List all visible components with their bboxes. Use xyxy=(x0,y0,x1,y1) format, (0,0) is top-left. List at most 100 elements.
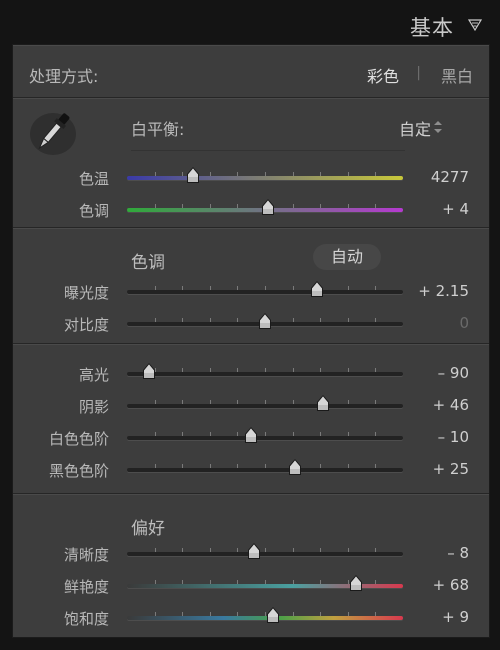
slider-tick xyxy=(375,318,377,322)
slider-track[interactable] xyxy=(127,176,403,180)
slider-tick xyxy=(182,204,184,208)
slider-thumb[interactable] xyxy=(257,312,273,331)
treatment-bw-option[interactable]: 黑白 xyxy=(441,63,473,87)
slider-label: 阴影 xyxy=(78,398,109,416)
slider-tick xyxy=(292,432,294,436)
slider-tick xyxy=(265,432,266,436)
tone-section: 色调 自动 曝光度 + 2.15 对比度 0 xyxy=(13,227,489,343)
slider-thumb[interactable] xyxy=(287,458,303,477)
slider-track[interactable] xyxy=(127,468,403,472)
slider-track[interactable] xyxy=(127,290,403,294)
slider-tick xyxy=(347,400,349,404)
white-balance-label: 白平衡: xyxy=(131,120,185,139)
slider-tick xyxy=(320,548,322,552)
panel-title: 基本 xyxy=(410,16,454,40)
slider-tick xyxy=(237,432,239,436)
slider-tick xyxy=(292,548,294,552)
slider-ticks xyxy=(127,548,403,552)
tone-title: 色调 xyxy=(131,253,165,273)
slider-thumb[interactable] xyxy=(265,606,281,625)
slider-tick xyxy=(320,318,322,322)
slider-ticks xyxy=(127,172,403,176)
slider-thumb[interactable] xyxy=(185,166,201,185)
slider-tick xyxy=(154,580,156,584)
triangle-down-icon[interactable] xyxy=(468,18,482,32)
slider-tick xyxy=(292,612,294,616)
auto-tone-button[interactable]: 自动 xyxy=(313,244,381,270)
slider-value[interactable]: 0 xyxy=(409,314,469,332)
slider-value[interactable]: + 46 xyxy=(409,396,469,414)
slider-label: 色温 xyxy=(78,170,109,188)
slider-tick xyxy=(154,432,156,436)
slider-value[interactable]: – 8 xyxy=(409,544,469,562)
slider-tick xyxy=(265,580,266,584)
slider-value[interactable]: + 9 xyxy=(409,608,469,626)
slider-tick xyxy=(182,400,184,404)
slider-tick xyxy=(154,612,156,616)
slider-tick xyxy=(320,432,322,436)
slider-tick xyxy=(209,172,211,176)
slider-tick xyxy=(375,548,377,552)
slider-tick xyxy=(154,318,156,322)
slider-tick xyxy=(292,400,294,404)
white-balance-value[interactable]: 自定 xyxy=(399,116,431,140)
slider-label: 白色色阶 xyxy=(48,430,109,448)
slider-thumb[interactable] xyxy=(348,574,364,593)
slider-tick xyxy=(154,204,156,208)
eyedropper-icon[interactable] xyxy=(29,108,77,156)
basic-panel: 处理方式: 彩色 | 黑白 白平衡: 自定 色温 4277 色调 + 4 色调 … xyxy=(12,44,490,638)
slider-tick xyxy=(347,548,349,552)
slider-tick xyxy=(292,172,294,176)
white-balance-divider xyxy=(131,150,405,151)
treatment-color-option[interactable]: 彩色 xyxy=(367,63,399,87)
slider-thumb[interactable] xyxy=(246,542,262,561)
slider-tick xyxy=(265,548,266,552)
slider-tick xyxy=(209,318,211,322)
slider-tick xyxy=(265,368,266,372)
slider-tick xyxy=(375,172,377,176)
slider-value[interactable]: 4277 xyxy=(409,168,469,186)
up-down-arrows-icon[interactable] xyxy=(433,120,443,134)
slider-value[interactable]: + 68 xyxy=(409,576,469,594)
slider-tick xyxy=(375,432,377,436)
slider-tick xyxy=(182,612,184,616)
slider-tick xyxy=(347,172,349,176)
slider-tick xyxy=(320,580,322,584)
slider-value[interactable]: + 25 xyxy=(409,460,469,478)
slider-tick xyxy=(320,204,322,208)
slider-thumb[interactable] xyxy=(141,362,157,381)
slider-tick xyxy=(265,464,266,468)
slider-track[interactable] xyxy=(127,372,403,376)
slider-thumb[interactable] xyxy=(243,426,259,445)
slider-value[interactable]: + 4 xyxy=(409,200,469,218)
slider-tick xyxy=(292,318,294,322)
slider-track[interactable] xyxy=(127,552,403,556)
slider-tick xyxy=(237,368,239,372)
slider-tick xyxy=(237,580,239,584)
slider-tick xyxy=(154,286,156,290)
slider-label: 色调 xyxy=(78,202,109,220)
slider-tick xyxy=(347,286,349,290)
presence-title: 偏好 xyxy=(131,519,165,539)
slider-label: 对比度 xyxy=(63,316,109,334)
slider-value[interactable]: + 2.15 xyxy=(409,282,469,300)
slider-track[interactable] xyxy=(127,436,403,440)
slider-thumb[interactable] xyxy=(260,198,276,217)
slider-tick xyxy=(209,286,211,290)
slider-label: 曝光度 xyxy=(63,284,109,302)
slider-value[interactable]: – 10 xyxy=(409,428,469,446)
slider-tick xyxy=(375,204,377,208)
slider-thumb[interactable] xyxy=(309,280,325,299)
slider-value[interactable]: – 90 xyxy=(409,364,469,382)
panel-header[interactable]: 基本 xyxy=(0,0,500,44)
treatment-section: 处理方式: 彩色 | 黑白 xyxy=(13,45,489,97)
slider-tick xyxy=(375,286,377,290)
slider-label: 高光 xyxy=(78,366,109,384)
slider-thumb[interactable] xyxy=(315,394,331,413)
slider-track[interactable] xyxy=(127,404,403,408)
slider-ticks xyxy=(127,286,403,290)
slider-tick xyxy=(375,580,377,584)
slider-tick xyxy=(292,286,294,290)
slider-tick xyxy=(154,172,156,176)
slider-tick xyxy=(237,318,239,322)
